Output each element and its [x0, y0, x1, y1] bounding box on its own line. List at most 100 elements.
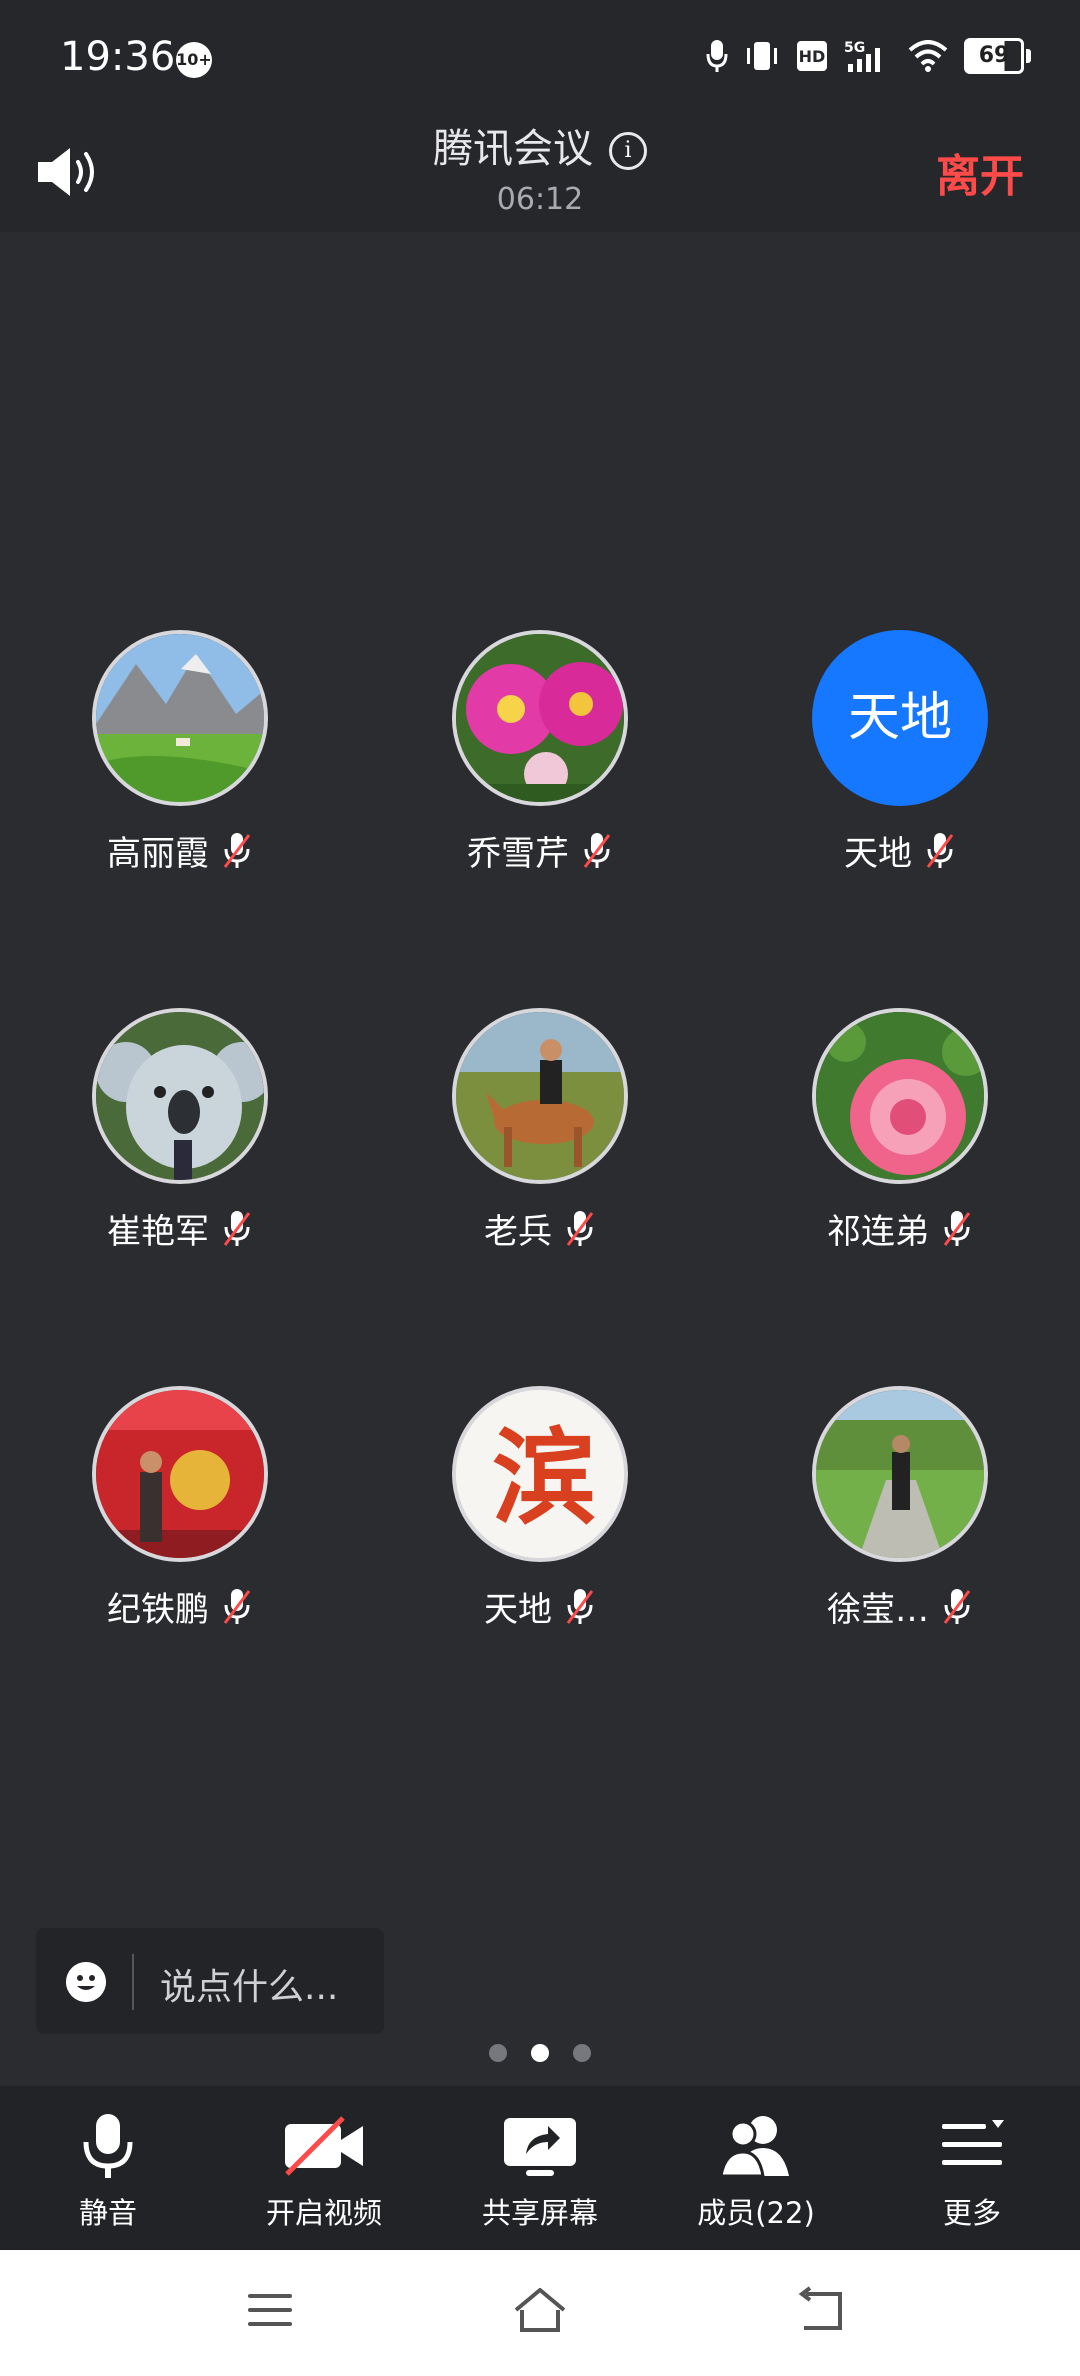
mic-status-icon: [706, 40, 728, 72]
menu-nav-icon[interactable]: [246, 2286, 294, 2334]
chat-placeholder: 说点什么...: [160, 1967, 339, 2008]
avatar: [812, 1008, 988, 1184]
page-indicator: [0, 2044, 1080, 2062]
emoji-icon[interactable]: [66, 1962, 106, 2002]
meeting-toolbar: 静音 开启视频 共享屏幕 成员(22) 更多: [0, 2086, 1080, 2250]
avatar: [92, 1008, 268, 1184]
participant-tile[interactable]: 徐莹…: [750, 1386, 1050, 1631]
red-festival-photo: [96, 1390, 264, 1558]
horse-rider-photo: [456, 1012, 624, 1180]
participant-name-row: 天地: [390, 1582, 690, 1631]
participant-tile[interactable]: 崔艳军: [30, 1008, 330, 1253]
participant-name: 天地: [844, 834, 912, 874]
share-screen-button[interactable]: 共享屏幕: [432, 2086, 648, 2250]
participant-tile[interactable]: 老兵: [390, 1008, 690, 1253]
back-nav-icon[interactable]: [796, 2286, 848, 2334]
avatar: 滨: [452, 1386, 628, 1562]
participant-tile[interactable]: 天地 天地: [750, 630, 1050, 875]
avatar: [92, 1386, 268, 1562]
text-avatar: 天地: [812, 630, 988, 806]
mic-muted-icon: [926, 832, 954, 868]
more-button[interactable]: 更多: [864, 2086, 1080, 2250]
status-time: 19:36: [60, 34, 176, 80]
members-button[interactable]: 成员(22): [648, 2086, 864, 2250]
system-navigation-bar: [0, 2250, 1080, 2376]
avatar: [812, 1386, 988, 1562]
meeting-timer: 06:12: [496, 182, 584, 217]
participant-tile[interactable]: 纪铁鹏: [30, 1386, 330, 1631]
calligraphy-avatar: 滨: [456, 1390, 624, 1558]
share-screen-icon: [504, 2118, 576, 2176]
participant-tile[interactable]: 乔雪芹: [390, 630, 690, 875]
more-label: 更多: [942, 2196, 1001, 2230]
participant-name-row: 乔雪芹: [390, 826, 690, 875]
meeting-title[interactable]: 腾讯会议: [433, 126, 593, 172]
wifi-icon: [908, 40, 948, 72]
koala-statue-photo: [96, 1012, 264, 1180]
participant-name-row: 天地: [750, 826, 1050, 875]
home-nav-icon[interactable]: [512, 2286, 568, 2334]
mic-muted-icon: [943, 1210, 971, 1246]
mic-muted-icon: [223, 832, 251, 868]
start-video-button[interactable]: 开启视频: [216, 2086, 432, 2250]
mic-muted-icon: [943, 1588, 971, 1624]
participant-tile[interactable]: 滨 天地: [390, 1386, 690, 1631]
pink-peony-photo: [816, 1012, 984, 1180]
participant-name-row: 老兵: [390, 1204, 690, 1253]
signal-5g-icon: 5G: [844, 40, 880, 72]
mic-muted-icon: [583, 832, 611, 868]
participant-name: 高丽霞: [107, 834, 209, 874]
participant-name: 纪铁鹏: [107, 1590, 209, 1630]
mic-muted-icon: [566, 1588, 594, 1624]
participant-name: 天地: [484, 1590, 552, 1630]
avatar: [92, 630, 268, 806]
hd-icon: HD: [797, 41, 827, 71]
notification-badge: 10+: [176, 42, 212, 78]
more-menu-icon: [942, 2120, 1004, 2165]
members-label: 成员(22): [697, 2196, 815, 2230]
meeting-header: 腾讯会议 i 06:12 离开: [0, 110, 1080, 232]
participant-name-row: 崔艳军: [30, 1204, 330, 1253]
participant-name: 徐莹…: [827, 1590, 929, 1630]
page-dot-active[interactable]: [531, 2044, 549, 2062]
participant-name-row: 徐莹…: [750, 1582, 1050, 1631]
participant-name: 崔艳军: [107, 1212, 209, 1252]
chat-input[interactable]: 说点什么...: [36, 1928, 384, 2034]
vibrate-icon: [747, 42, 777, 70]
participant-name: 老兵: [484, 1212, 552, 1252]
page-dot[interactable]: [573, 2044, 591, 2062]
battery-indicator: 69: [964, 38, 1031, 74]
status-bar: 19:36 10+ HD 5G 69: [0, 0, 1080, 110]
pink-dahlias-photo: [456, 634, 624, 802]
svg-text:5G: 5G: [844, 40, 865, 56]
calligraphy-glyph: 滨: [492, 1416, 596, 1539]
mic-muted-icon: [223, 1210, 251, 1246]
participant-tile[interactable]: 高丽霞: [30, 630, 330, 875]
avatar: [452, 1008, 628, 1184]
participant-name-row: 祁连弟: [750, 1204, 1050, 1253]
microphone-icon: [83, 2114, 133, 2178]
mute-label: 静音: [78, 2196, 137, 2230]
participant-name: 乔雪芹: [467, 834, 569, 874]
title-block: 腾讯会议 i 06:12: [0, 116, 1080, 217]
status-icons: HD 5G 69: [706, 38, 1031, 74]
leave-button[interactable]: 离开: [936, 140, 1024, 204]
start-video-label: 开启视频: [265, 2196, 382, 2230]
avatar: [452, 630, 628, 806]
mute-button[interactable]: 静音: [0, 2086, 216, 2250]
mountain-meadow-photo: [96, 634, 264, 802]
members-icon: [719, 2116, 789, 2178]
participant-name-row: 高丽霞: [30, 826, 330, 875]
participant-name-row: 纪铁鹏: [30, 1582, 330, 1631]
page-dot[interactable]: [489, 2044, 507, 2062]
mic-muted-icon: [223, 1588, 251, 1624]
chat-divider: [132, 1954, 134, 2010]
svg-text:HD: HD: [799, 47, 826, 66]
share-screen-label: 共享屏幕: [481, 2196, 598, 2230]
participant-tile[interactable]: 祁连弟: [750, 1008, 1050, 1253]
participant-name: 祁连弟: [827, 1212, 929, 1252]
mic-muted-icon: [566, 1210, 594, 1246]
park-lawn-photo: [816, 1390, 984, 1558]
video-off-icon: [285, 2116, 363, 2176]
info-icon[interactable]: i: [609, 132, 647, 170]
